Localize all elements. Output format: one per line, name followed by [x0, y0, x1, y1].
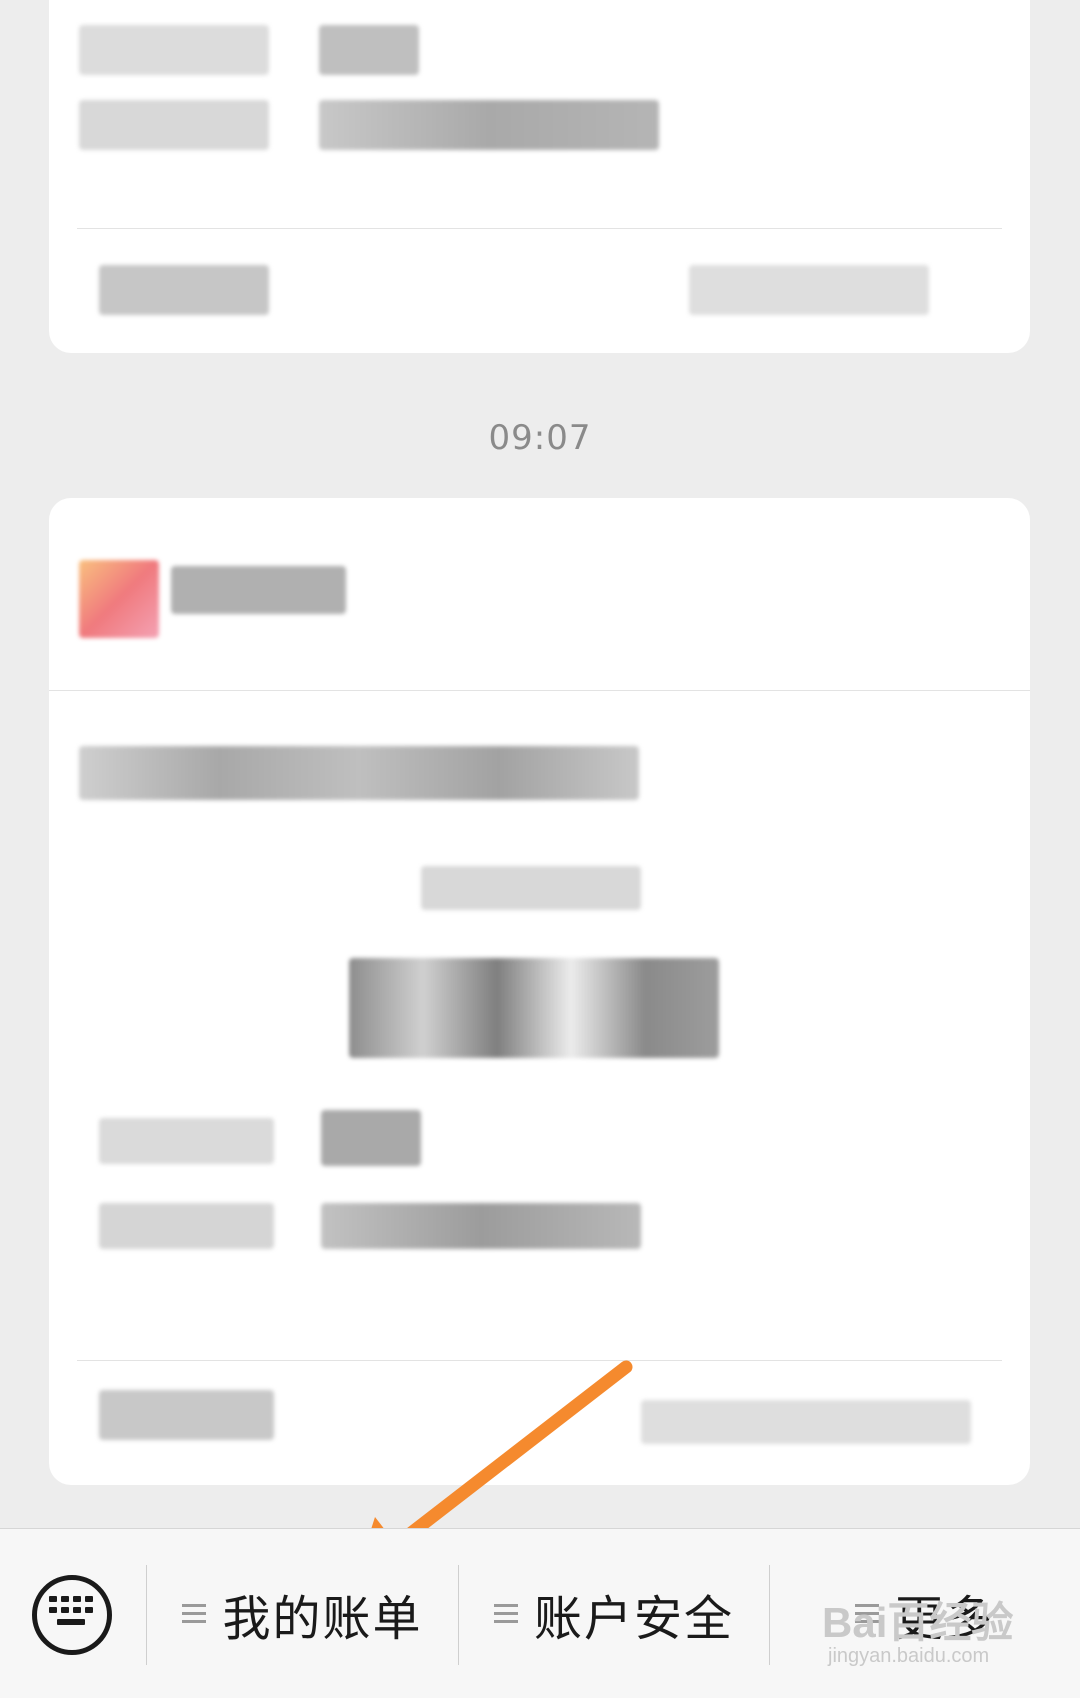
account-avatar [79, 560, 159, 638]
blurred-text [689, 265, 929, 315]
message-card-latest[interactable] [49, 498, 1030, 1485]
keyboard-icon [49, 1596, 93, 1625]
blurred-text [99, 1118, 274, 1164]
menu-item-account-security[interactable]: 账户安全 [459, 1529, 769, 1698]
blurred-text [79, 100, 269, 150]
blurred-text [321, 1110, 421, 1166]
chat-screen: 09:07 我的账单 账户安全 更多 Bai百经验 jingyan.baidu.… [0, 0, 1080, 1698]
watermark-url: jingyan.baidu.com [828, 1645, 990, 1667]
blurred-text [641, 1400, 971, 1444]
baidu-jingyan-watermark: Bai百经验 jingyan.baidu.com [822, 1602, 1013, 1668]
card-header-divider [49, 690, 1030, 691]
blurred-label [421, 866, 641, 910]
menu-item-label: 账户安全 [533, 1591, 734, 1647]
menu-item-label: 我的账单 [222, 1591, 423, 1647]
message-card-previous[interactable] [49, 0, 1030, 353]
keyboard-toggle-button[interactable] [32, 1575, 112, 1655]
blurred-text [319, 25, 419, 75]
card-divider [77, 228, 1002, 229]
blurred-text [99, 1390, 274, 1440]
menu-item-my-bill[interactable]: 我的账单 [147, 1529, 458, 1698]
list-menu-icon [493, 1604, 518, 1624]
list-menu-icon [182, 1604, 207, 1624]
message-timestamp: 09:07 [488, 418, 592, 458]
blurred-text [79, 25, 269, 75]
blurred-text [99, 265, 269, 315]
blurred-text [321, 1203, 641, 1249]
blurred-text [319, 100, 659, 150]
blurred-amount [349, 958, 719, 1058]
card-footer-divider [77, 1360, 1002, 1361]
watermark-main: Bai百经验 [822, 1599, 1014, 1646]
blurred-text [99, 1203, 274, 1249]
account-name [171, 566, 346, 614]
blurred-title [79, 746, 639, 800]
